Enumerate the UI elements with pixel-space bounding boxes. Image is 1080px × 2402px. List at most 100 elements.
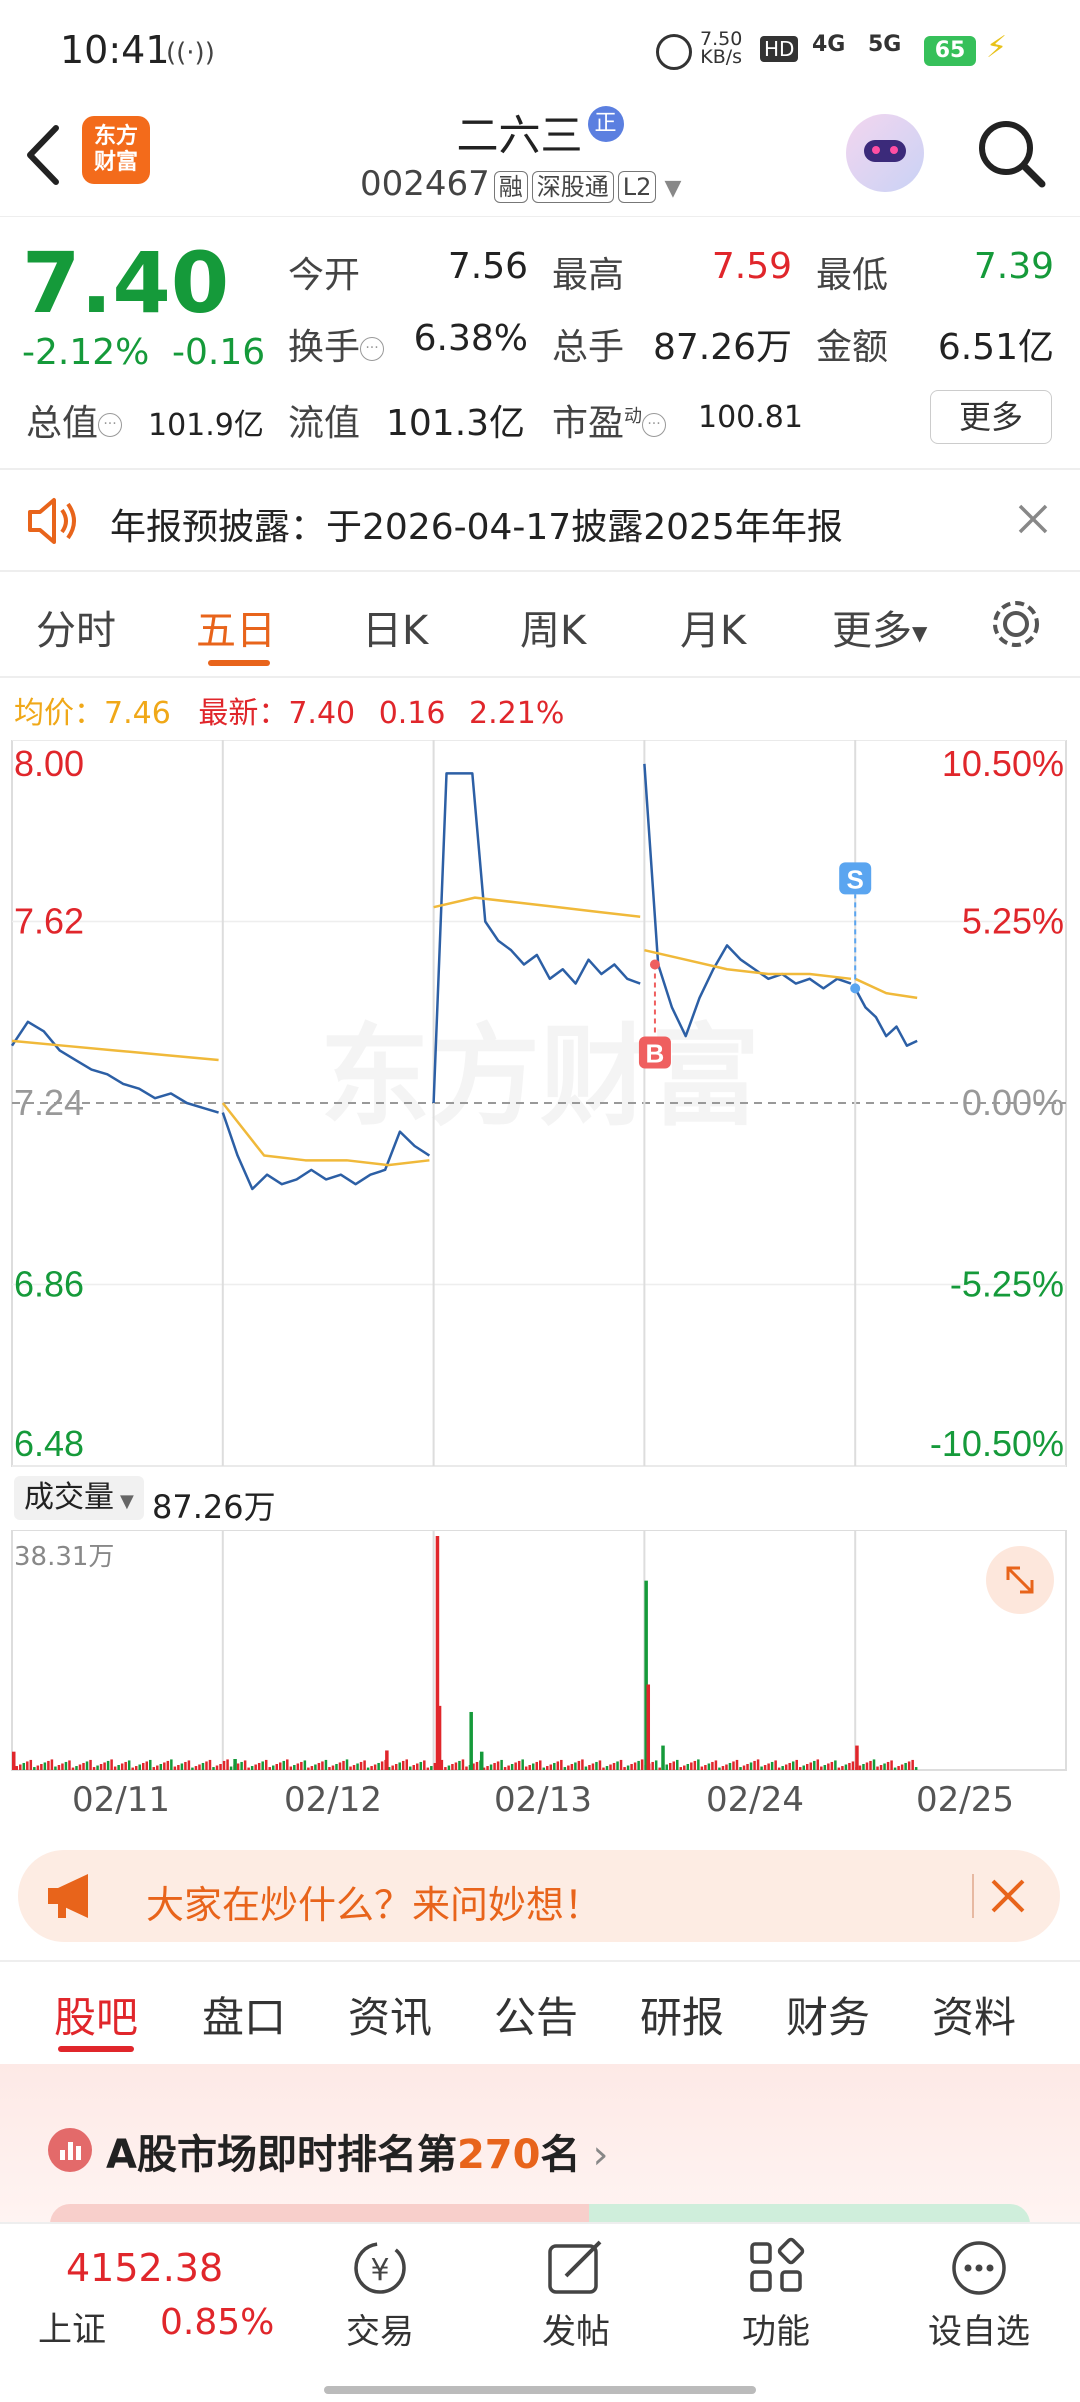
robot-avatar[interactable] <box>846 114 924 192</box>
network-4g-icon: 4G <box>812 32 846 57</box>
volume-bar <box>493 1762 496 1770</box>
search-icon[interactable] <box>972 114 1052 194</box>
volume-bar <box>858 1765 862 1770</box>
volume-bar <box>349 1766 352 1770</box>
grid-icon <box>750 2237 805 2292</box>
y-tick-label: 6.48 <box>14 1423 84 1464</box>
pe-value: 100.81 <box>698 400 803 435</box>
volume-bar <box>423 1760 426 1770</box>
volume-bar <box>654 1760 658 1770</box>
status-bar: 10:41 ((·)) 7.50 KB/s HD 4G 5G 65 ⚡ <box>0 0 1080 100</box>
volume-bar <box>507 1765 510 1770</box>
post-button[interactable]: 发帖 <box>526 2236 626 2353</box>
volume-bar <box>300 1761 303 1770</box>
float-cap-label: 流值 <box>288 403 361 444</box>
volume-bar <box>117 1765 120 1770</box>
quote-panel: 7.40 -2.12% -0.16 今开 7.56 最高 7.59 最低 7.3… <box>0 218 1080 468</box>
volume-bar <box>844 1764 848 1770</box>
stock-header: 东方 财富 二六三 正 002467 融深股通 L2 ▼ <box>0 100 1080 217</box>
volume-bar <box>869 1760 872 1770</box>
volume-bar <box>633 1762 637 1770</box>
tab-intraday[interactable]: 分时 <box>36 598 116 656</box>
annual-report-notice[interactable]: 年报预披露：于2026-04-17披露2025年年报 <box>0 470 1080 570</box>
volume-bar <box>293 1765 296 1770</box>
sell-marker-label: S <box>847 864 864 894</box>
volume-bar <box>489 1764 493 1770</box>
y-tick-label: 7.24 <box>14 1082 84 1123</box>
volume-bar <box>359 1761 363 1770</box>
tab-weekly-k[interactable]: 周K <box>520 598 586 656</box>
tab-daily-k[interactable]: 日K <box>362 598 428 656</box>
volume-bar <box>531 1763 535 1770</box>
volume-bar <box>106 1760 110 1770</box>
tab-order-book[interactable]: 盘口 <box>202 1984 286 2045</box>
volume-bar <box>26 1761 29 1770</box>
dropdown-icon: ▼ <box>912 621 928 645</box>
volume-bar <box>458 1760 461 1770</box>
volume-bar <box>338 1762 342 1770</box>
volume-bar <box>124 1761 127 1770</box>
tab-financials[interactable]: 财务 <box>786 1984 870 2045</box>
expand-icon[interactable] <box>986 1546 1054 1614</box>
index-percent[interactable]: 0.85% <box>160 2302 274 2343</box>
tab-more[interactable]: 更多▼ <box>832 598 927 656</box>
volume-bar <box>668 1762 672 1770</box>
home-indicator <box>324 2386 756 2394</box>
volume-bar <box>900 1764 904 1770</box>
tab-announcements[interactable]: 公告 <box>494 1984 578 2045</box>
volume-bar <box>876 1766 879 1770</box>
index-name[interactable]: 上证 <box>38 2302 106 2351</box>
more-button[interactable]: 更多 <box>930 390 1052 444</box>
add-watchlist-button[interactable]: 设自选 <box>916 2236 1042 2353</box>
volume-bar <box>250 1766 254 1770</box>
close-icon[interactable] <box>1016 502 1050 536</box>
volume-bar <box>728 1762 732 1770</box>
volume-bar <box>809 1762 813 1770</box>
tab-five-day[interactable]: 五日 <box>196 598 276 656</box>
index-value[interactable]: 4152.38 <box>66 2246 223 2290</box>
trade-button[interactable]: ¥ 交易 <box>330 2236 430 2353</box>
bottom-bar: 4152.38 上证 0.85% ¥ 交易 发帖 功能 设自选 <box>0 2222 1080 2402</box>
tab-news[interactable]: 资讯 <box>348 1984 432 2045</box>
low-value: 7.39 <box>973 246 1054 287</box>
info-icon[interactable]: ··· <box>642 413 667 437</box>
volume-bar <box>40 1763 43 1770</box>
volume-bar <box>240 1761 243 1770</box>
avg-price-line <box>854 977 918 1000</box>
ranking-card[interactable]: A股市场即时排名第270名 › <box>0 2064 1080 2224</box>
volume-bar <box>401 1760 405 1770</box>
ask-ai-banner[interactable]: 大家在炒什么？来问妙想！ <box>18 1850 1060 1942</box>
ranking-text: A股市场即时排名第270名 › <box>106 2132 609 2178</box>
volume-bar <box>911 1759 914 1770</box>
volume-bar <box>205 1761 208 1770</box>
total-volume: 87.26万 <box>152 1488 276 1526</box>
volume-bar <box>170 1759 173 1770</box>
margin-tag: 融 <box>493 171 528 203</box>
info-icon[interactable]: ··· <box>360 337 385 361</box>
tab-research[interactable]: 研报 <box>640 1984 724 2045</box>
volume-bar <box>539 1760 542 1770</box>
volume-bar <box>201 1762 205 1770</box>
volume-bar <box>208 1759 212 1770</box>
info-icon[interactable]: ··· <box>98 413 123 437</box>
volume-bar <box>43 1762 47 1770</box>
tab-monthly-k[interactable]: 月K <box>680 598 746 656</box>
stock-name: 二六三 <box>456 111 583 160</box>
close-icon[interactable] <box>988 1876 1028 1916</box>
functions-button[interactable]: 功能 <box>726 2236 826 2353</box>
volume-bar <box>732 1761 735 1770</box>
volume-bar <box>15 1766 19 1770</box>
volume-bar <box>549 1764 553 1770</box>
settings-gear-icon[interactable] <box>988 596 1044 652</box>
volume-bar <box>398 1762 401 1770</box>
level-tag: L2 <box>617 171 657 203</box>
battery-icon: 65 <box>924 36 976 66</box>
volume-bar <box>897 1766 900 1770</box>
five-day-price-chart[interactable]: 东方财富 8.00 7.62 7.24 6.86 6.48 10.50% 5.25% 0.00… <box>0 740 1080 1470</box>
tab-forum[interactable]: 股吧 <box>54 1984 138 2045</box>
tab-profile[interactable]: 资料 <box>932 1984 1016 2045</box>
volume-bar <box>886 1761 890 1770</box>
volume-bar <box>307 1767 310 1770</box>
dropdown-icon[interactable]: ▼ <box>664 176 681 201</box>
indicator-selector[interactable]: 成交量 ▼ <box>14 1476 144 1520</box>
